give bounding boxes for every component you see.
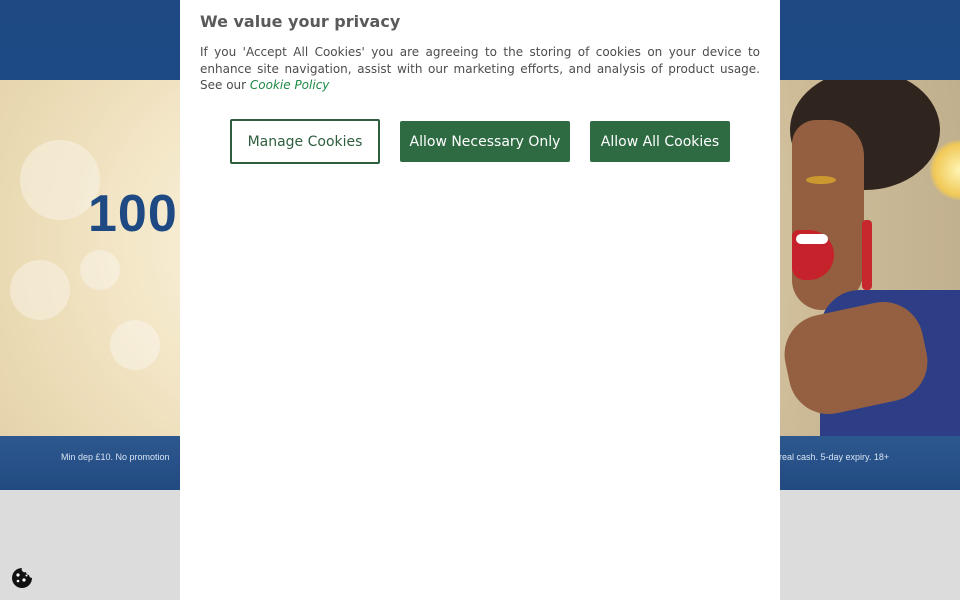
cookie-consent-dialog: We value your privacy If you 'Accept All… bbox=[180, 0, 780, 600]
dialog-button-row: Manage Cookies Allow Necessary Only Allo… bbox=[230, 119, 730, 164]
allow-necessary-button[interactable]: Allow Necessary Only bbox=[400, 121, 570, 162]
dialog-title: We value your privacy bbox=[200, 12, 401, 31]
cookie-policy-link[interactable]: Cookie Policy bbox=[250, 78, 330, 92]
cookie-icon bbox=[12, 568, 32, 588]
dialog-body: If you 'Accept All Cookies' you are agre… bbox=[200, 44, 760, 94]
cookie-settings-button[interactable] bbox=[10, 566, 34, 590]
allow-all-cookies-button[interactable]: Allow All Cookies bbox=[590, 121, 730, 162]
manage-cookies-button[interactable]: Manage Cookies bbox=[230, 119, 380, 164]
